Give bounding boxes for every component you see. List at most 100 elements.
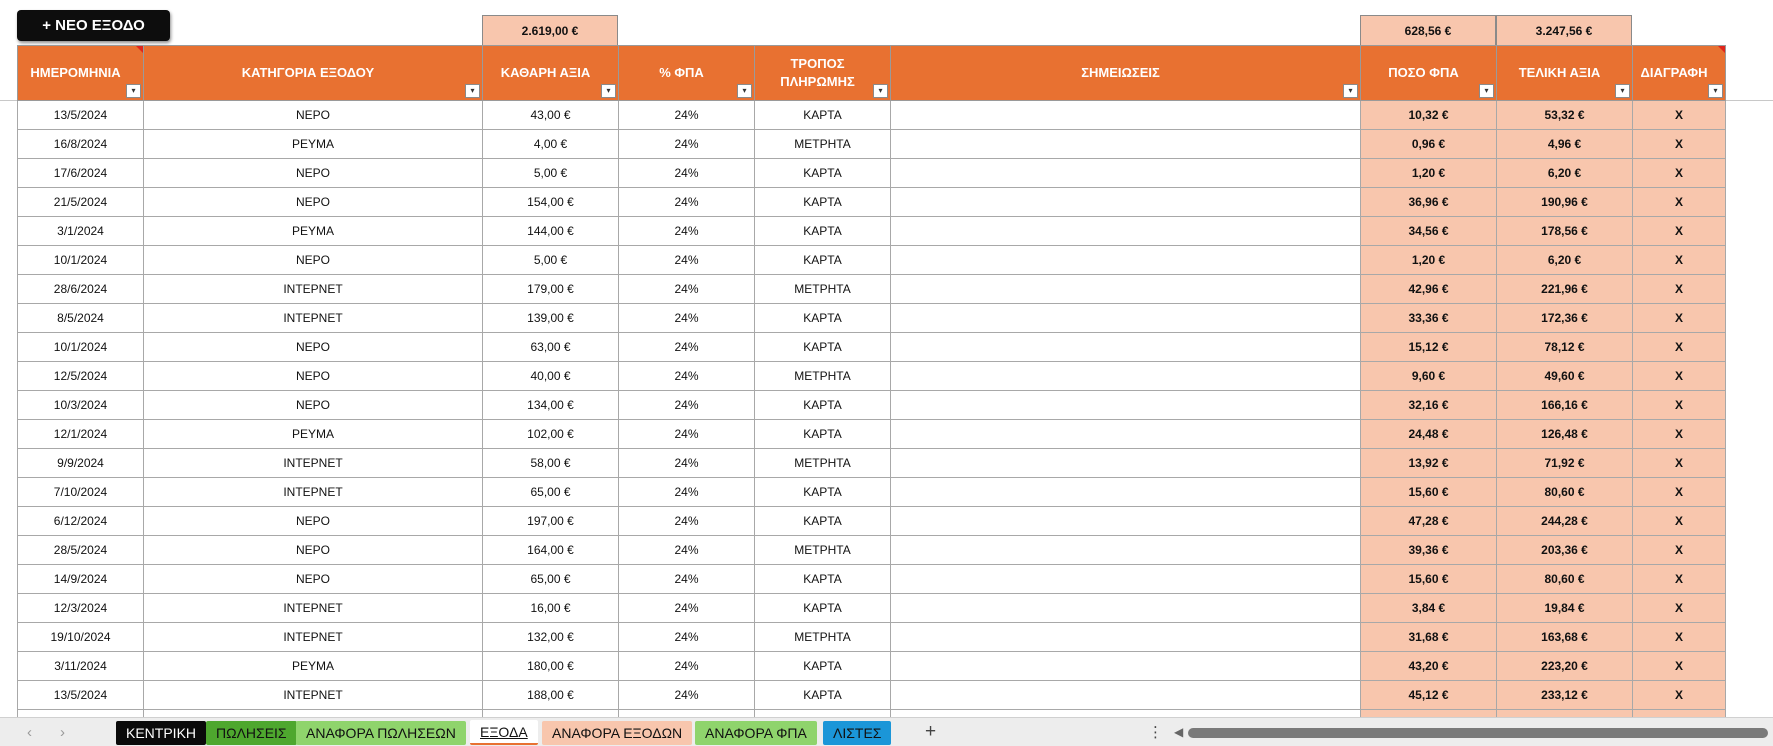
cell-date: 12/3/2024 <box>17 593 144 623</box>
cell-notes <box>890 448 1361 478</box>
cell-final-value: 80,60 € <box>1496 564 1633 594</box>
cell-vat-percent: 24% <box>618 680 755 710</box>
table-row: 28/6/2024 ΙΝΤΕΡΝΕΤ 179,00 €24% ΜΕΤΡΗΤΑ 42,96… <box>17 274 1726 304</box>
sheet-tab-label: ΛΙΣΤΕΣ <box>833 725 882 741</box>
cell-delete[interactable]: X <box>1632 680 1726 710</box>
cell-payment-method: ΚΑΡΤΑ <box>754 477 891 507</box>
cell-notes <box>890 390 1361 420</box>
cell-date: 10/3/2024 <box>17 390 144 420</box>
filter-dropdown-icon[interactable]: ▾ <box>1479 84 1494 98</box>
horizontal-scrollbar[interactable] <box>1188 728 1768 738</box>
sheet-tab[interactable]: ΑΝΑΦΟΡΑ ΕΞΟΔΩΝ <box>542 721 693 745</box>
cell-payment-method: ΚΑΡΤΑ <box>754 564 891 594</box>
column-header-final-value: ΤΕΛΙΚΗ ΑΞΙΑ ▾ <box>1496 45 1633 101</box>
cell-vat-percent: 24% <box>618 361 755 391</box>
cell-final-value: 4,96 € <box>1496 129 1633 159</box>
cell-delete[interactable]: X <box>1632 303 1726 333</box>
table-row: 12/3/2024 ΙΝΤΕΡΝΕΤ 16,00 €24% ΚΑΡΤΑ 3,84 €19… <box>17 593 1726 623</box>
filter-dropdown-icon[interactable]: ▾ <box>1615 84 1630 98</box>
cell-delete[interactable]: X <box>1632 506 1726 536</box>
cell-vat-amount: 13,92 € <box>1360 448 1497 478</box>
filter-dropdown-icon[interactable]: ▾ <box>1343 84 1358 98</box>
cell-vat-amount: 31,68 € <box>1360 622 1497 652</box>
cell-delete[interactable]: X <box>1632 448 1726 478</box>
cell-vat-amount: 10,32 € <box>1360 100 1497 130</box>
cell-notes <box>890 216 1361 246</box>
filter-dropdown-icon[interactable]: ▾ <box>737 84 752 98</box>
cell-date: 28/6/2024 <box>17 274 144 304</box>
cell-delete[interactable]: X <box>1632 245 1726 275</box>
cell-delete[interactable]: X <box>1632 274 1726 304</box>
new-expense-button[interactable]: + ΝΕΟ ΕΞΟΔΟ <box>17 10 170 41</box>
cell-vat-percent: 24% <box>618 245 755 275</box>
cell-notes <box>890 274 1361 304</box>
cell-delete[interactable]: X <box>1632 361 1726 391</box>
cell-delete[interactable]: X <box>1632 100 1726 130</box>
sheet-tab[interactable]: ΕΞΟΔΑ <box>470 720 538 745</box>
cell-category: ΙΝΤΕΡΝΕΤ <box>143 593 483 623</box>
cell-date: 7/10/2024 <box>17 477 144 507</box>
cell-delete[interactable]: X <box>1632 477 1726 507</box>
cell-vat-percent: 24% <box>618 651 755 681</box>
cell-vat-percent: 24% <box>618 303 755 333</box>
cell-delete[interactable]: X <box>1632 593 1726 623</box>
prev-sheet-icon[interactable]: ‹ <box>27 724 32 741</box>
cell-vat-percent: 24% <box>618 129 755 159</box>
filter-dropdown-icon[interactable]: ▾ <box>465 84 480 98</box>
cell-delete[interactable]: X <box>1632 535 1726 565</box>
next-sheet-icon[interactable]: › <box>60 724 65 741</box>
cell-notes <box>890 680 1361 710</box>
cell-delete[interactable]: X <box>1632 390 1726 420</box>
cell-payment-method: ΜΕΤΡΗΤΑ <box>754 448 891 478</box>
cell-net-value: 65,00 € <box>482 564 619 594</box>
cell-payment-method: ΚΑΡΤΑ <box>754 390 891 420</box>
column-header-notes: ΣΗΜΕΙΩΣΕΙΣ ▾ <box>890 45 1361 101</box>
cell-vat-amount: 32,16 € <box>1360 390 1497 420</box>
sheet-tab[interactable]: ΑΝΑΦΟΡΑ ΦΠΑ <box>695 721 817 745</box>
cell-delete[interactable]: X <box>1632 187 1726 217</box>
cell-vat-percent: 24% <box>618 100 755 130</box>
final-total: 3.247,56 € <box>1496 15 1632 46</box>
cell-net-value: 180,00 € <box>482 651 619 681</box>
cell-final-value: 223,20 € <box>1496 651 1633 681</box>
cell-delete[interactable]: X <box>1632 216 1726 246</box>
cell-date: 9/9/2024 <box>17 448 144 478</box>
column-header-label: ΚΑΘΑΡΗ ΑΞΙΑ <box>500 65 591 80</box>
sheet-tab-label: ΕΞΟΔΑ <box>480 723 528 740</box>
cell-date: 10/1/2024 <box>17 245 144 275</box>
cell-final-value: 190,96 € <box>1496 187 1633 217</box>
cell-category: ΙΝΤΕΡΝΕΤ <box>143 274 483 304</box>
sheet-tab[interactable]: ΠΩΛΗΣΕΙΣ <box>206 721 297 745</box>
more-options-icon[interactable]: ⋮ <box>1148 723 1163 741</box>
cell-vat-percent: 24% <box>618 593 755 623</box>
cell-vat-amount: 24,48 € <box>1360 419 1497 449</box>
cell-delete[interactable]: X <box>1632 129 1726 159</box>
cell-payment-method: ΚΑΡΤΑ <box>754 187 891 217</box>
cell-delete[interactable]: X <box>1632 332 1726 362</box>
table-row: 10/1/2024 ΝΕΡΟ 63,00 €24% ΚΑΡΤΑ 15,12 €78,12… <box>17 332 1726 362</box>
sheet-tab-label: ΑΝΑΦΟΡΑ ΦΠΑ <box>705 725 807 741</box>
sheet-tab[interactable]: ΚΕΝΤΡΙΚΗ <box>116 721 207 745</box>
filter-dropdown-icon[interactable]: ▾ <box>873 84 888 98</box>
cell-delete[interactable]: X <box>1632 419 1726 449</box>
column-header-category: ΚΑΤΗΓΟΡΙΑ ΕΞΟΔΟΥ ▾ <box>143 45 483 101</box>
filter-dropdown-icon[interactable]: ▾ <box>1708 84 1723 98</box>
filter-dropdown-icon[interactable]: ▾ <box>126 84 141 98</box>
cell-delete[interactable]: X <box>1632 564 1726 594</box>
filter-dropdown-icon[interactable]: ▾ <box>601 84 616 98</box>
add-sheet-icon[interactable]: + <box>925 721 936 743</box>
cell-category: ΡΕΥΜΑ <box>143 419 483 449</box>
cell-delete[interactable]: X <box>1632 651 1726 681</box>
cell-final-value: 203,36 € <box>1496 535 1633 565</box>
cell-category: ΝΕΡΟ <box>143 564 483 594</box>
cell-net-value: 188,00 € <box>482 680 619 710</box>
cell-payment-method: ΚΑΡΤΑ <box>754 593 891 623</box>
cell-delete[interactable]: X <box>1632 622 1726 652</box>
cell-final-value: 53,32 € <box>1496 100 1633 130</box>
sheet-tab[interactable]: ΑΝΑΦΟΡΑ ΠΩΛΗΣΕΩΝ <box>296 721 466 745</box>
cell-category: ΙΝΤΕΡΝΕΤ <box>143 622 483 652</box>
cell-vat-percent: 24% <box>618 390 755 420</box>
scroll-left-icon[interactable]: ◀ <box>1174 725 1183 739</box>
cell-delete[interactable]: X <box>1632 158 1726 188</box>
sheet-tab[interactable]: ΛΙΣΤΕΣ <box>823 721 892 745</box>
